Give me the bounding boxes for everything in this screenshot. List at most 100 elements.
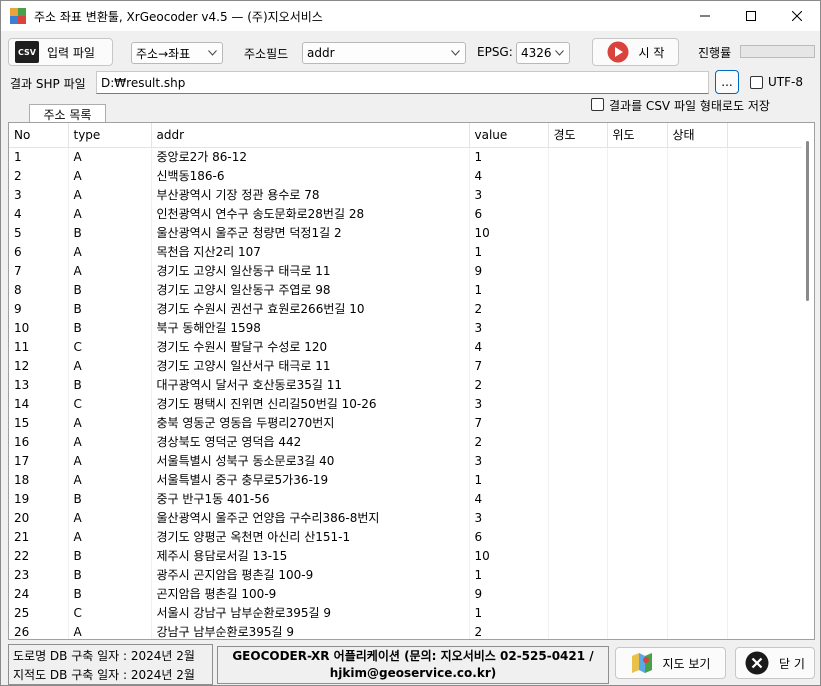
- table-row[interactable]: 16 A 경상북도 영덕군 영덕읍 442 2: [9, 432, 805, 451]
- table-row[interactable]: 26 A 강남구 남부순환로395길 92: [9, 622, 805, 639]
- cell-latitude: [607, 185, 668, 204]
- column-header-no[interactable]: No: [9, 123, 69, 148]
- csv-save-label: 결과를 CSV 파일 형태로도 저장: [609, 99, 770, 113]
- cell-status: [667, 280, 728, 299]
- cell-status: [667, 166, 728, 185]
- column-header-addr[interactable]: addr: [151, 123, 470, 148]
- table-row[interactable]: 20 A 울산광역시 울주군 언양읍 구수리386-8번지 3: [9, 508, 805, 527]
- cell-value: 7: [469, 356, 549, 375]
- minimize-button[interactable]: [682, 1, 728, 31]
- table-row[interactable]: 15 A 충북 영동군 영동읍 두평리270번지 7: [9, 413, 805, 432]
- cell-value: 3: [469, 394, 549, 413]
- cell-latitude: [607, 261, 668, 280]
- tab-address-list[interactable]: 주소 목록: [29, 104, 106, 123]
- cell-longitude: [548, 261, 608, 280]
- cell-no: 18: [9, 470, 69, 489]
- table-row[interactable]: 10 B 북구 동해안길 1598 3: [9, 318, 805, 337]
- cell-latitude: [607, 166, 668, 185]
- cell-no: 19: [9, 489, 69, 508]
- table-row[interactable]: 2 A 신백동186-6 4: [9, 166, 805, 185]
- close-icon: [792, 11, 802, 21]
- maximize-button[interactable]: [728, 1, 774, 31]
- cell-status: [667, 451, 728, 470]
- table-row[interactable]: 9 B 경기도 수원시 권선구 효원로266번길 10 2: [9, 299, 805, 318]
- cell-no: 11: [9, 337, 69, 356]
- title-bar: 주소 좌표 변환툴, XrGeocoder v4.5 — (주)지오서비스: [1, 1, 820, 31]
- column-header-longitude[interactable]: 경도: [548, 123, 608, 148]
- cell-filler: [727, 527, 805, 546]
- cell-longitude: [548, 204, 608, 223]
- csv-save-checkbox[interactable]: [591, 98, 604, 111]
- progress-bar: [740, 45, 815, 58]
- table-row[interactable]: 24 B 곤지암읍 평촌길 100-9 9: [9, 584, 805, 603]
- cell-addr: 서울특별시 성북구 동소문로3길 40: [151, 451, 470, 470]
- map-view-button[interactable]: 지도 보기: [615, 647, 726, 679]
- cell-value: 6: [469, 204, 549, 223]
- window-close-button[interactable]: [774, 1, 820, 31]
- maximize-icon: [746, 11, 756, 21]
- column-header-latitude[interactable]: 위도: [607, 123, 668, 148]
- column-header-value[interactable]: value: [469, 123, 549, 148]
- scrollbar-thumb[interactable]: [806, 141, 809, 301]
- table-row[interactable]: 11 C 경기도 수원시 팔달구 수성로 120 4: [9, 337, 805, 356]
- cell-no: 1: [9, 147, 69, 166]
- cell-longitude: [548, 318, 608, 337]
- table-row[interactable]: 4 A 인천광역시 연수구 송도문화로28번길 28 6: [9, 204, 805, 223]
- table-row[interactable]: 21 A 경기도 양평군 옥천면 아신리 산151-1 6: [9, 527, 805, 546]
- cell-latitude: [607, 603, 668, 622]
- table-row[interactable]: 22 B 제주시 용담로서길 13-15 10: [9, 546, 805, 565]
- column-header-status[interactable]: 상태: [667, 123, 728, 148]
- table-row[interactable]: 13 B 대구광역시 달서구 호산동로35길 11 2: [9, 375, 805, 394]
- close-circle-icon: [745, 651, 769, 675]
- table-row[interactable]: 7 A 경기도 고양시 일산동구 태극로 11 9: [9, 261, 805, 280]
- table-row[interactable]: 5 B 울산광역시 울주군 청량면 덕정1길 2 10: [9, 223, 805, 242]
- cell-type: A: [68, 166, 152, 185]
- cell-longitude: [548, 432, 608, 451]
- start-label: 시 작: [638, 45, 665, 60]
- app-window: 주소 좌표 변환툴, XrGeocoder v4.5 — (주)지오서비스 CS…: [0, 0, 821, 686]
- epsg-label: EPSG:: [477, 45, 513, 59]
- cell-addr: 서울특별시 중구 충무로5가36-19: [151, 470, 470, 489]
- cell-addr: 경기도 고양시 일산동구 주엽로 98: [151, 280, 470, 299]
- table-row[interactable]: 25 C 서울시 강남구 남부순환로395길 91: [9, 603, 805, 622]
- cell-filler: [727, 299, 805, 318]
- cell-addr: 충북 영동군 영동읍 두평리270번지: [151, 413, 470, 432]
- start-button[interactable]: 시 작: [592, 38, 679, 66]
- table-row[interactable]: 3 A 부산광역시 기장 정관 용수로 78 3: [9, 185, 805, 204]
- utf8-checkbox[interactable]: [750, 76, 763, 89]
- cell-type: B: [68, 546, 152, 565]
- table-row[interactable]: 8 B 경기도 고양시 일산동구 주엽로 98 1: [9, 280, 805, 299]
- cell-addr: 경기도 고양시 일산서구 태극로 11: [151, 356, 470, 375]
- table-row[interactable]: 19 B 중구 반구1동 401-56 4: [9, 489, 805, 508]
- table-vertical-scrollbar[interactable]: [802, 123, 814, 639]
- mode-select[interactable]: 주소→좌표: [131, 42, 223, 64]
- utf8-label: UTF-8: [768, 75, 803, 89]
- epsg-value: 4326: [521, 46, 552, 60]
- table-row[interactable]: 14 C 경기도 평택시 진위면 신리길50번길 10-26 3: [9, 394, 805, 413]
- cell-type: A: [68, 451, 152, 470]
- address-table[interactable]: No type addr value 경도 위도 상태 1 A 중앙로2가 86-1…: [8, 122, 815, 640]
- table-row[interactable]: 6 A 목천읍 지산2리 107 1: [9, 242, 805, 261]
- column-header-type[interactable]: type: [68, 123, 152, 148]
- cell-longitude: [548, 337, 608, 356]
- minimize-icon: [700, 15, 710, 17]
- table-row[interactable]: 17 A 서울특별시 성북구 동소문로3길 40 3: [9, 451, 805, 470]
- cell-no: 20: [9, 508, 69, 527]
- input-file-button[interactable]: CSV 입력 파일: [8, 38, 113, 66]
- cell-status: [667, 337, 728, 356]
- table-row[interactable]: 12 A 경기도 고양시 일산서구 태극로 11 7: [9, 356, 805, 375]
- address-field-select[interactable]: addr: [302, 42, 466, 64]
- output-path-input[interactable]: D:₩result.shp: [96, 71, 709, 94]
- cell-value: 3: [469, 318, 549, 337]
- csv-file-icon: CSV: [15, 41, 39, 63]
- browse-button[interactable]: ...: [715, 70, 739, 94]
- cell-type: A: [68, 432, 152, 451]
- table-row[interactable]: 18 A 서울특별시 중구 충무로5가36-19 1: [9, 470, 805, 489]
- table-row[interactable]: 23 B 광주시 곤지암읍 평촌길 100-9 1: [9, 565, 805, 584]
- cell-filler: [727, 261, 805, 280]
- cell-longitude: [548, 375, 608, 394]
- table-row[interactable]: 1 A 중앙로2가 86-12 1: [9, 147, 805, 166]
- close-button[interactable]: 닫 기: [735, 647, 815, 679]
- epsg-select[interactable]: 4326: [516, 42, 570, 64]
- cell-latitude: [607, 432, 668, 451]
